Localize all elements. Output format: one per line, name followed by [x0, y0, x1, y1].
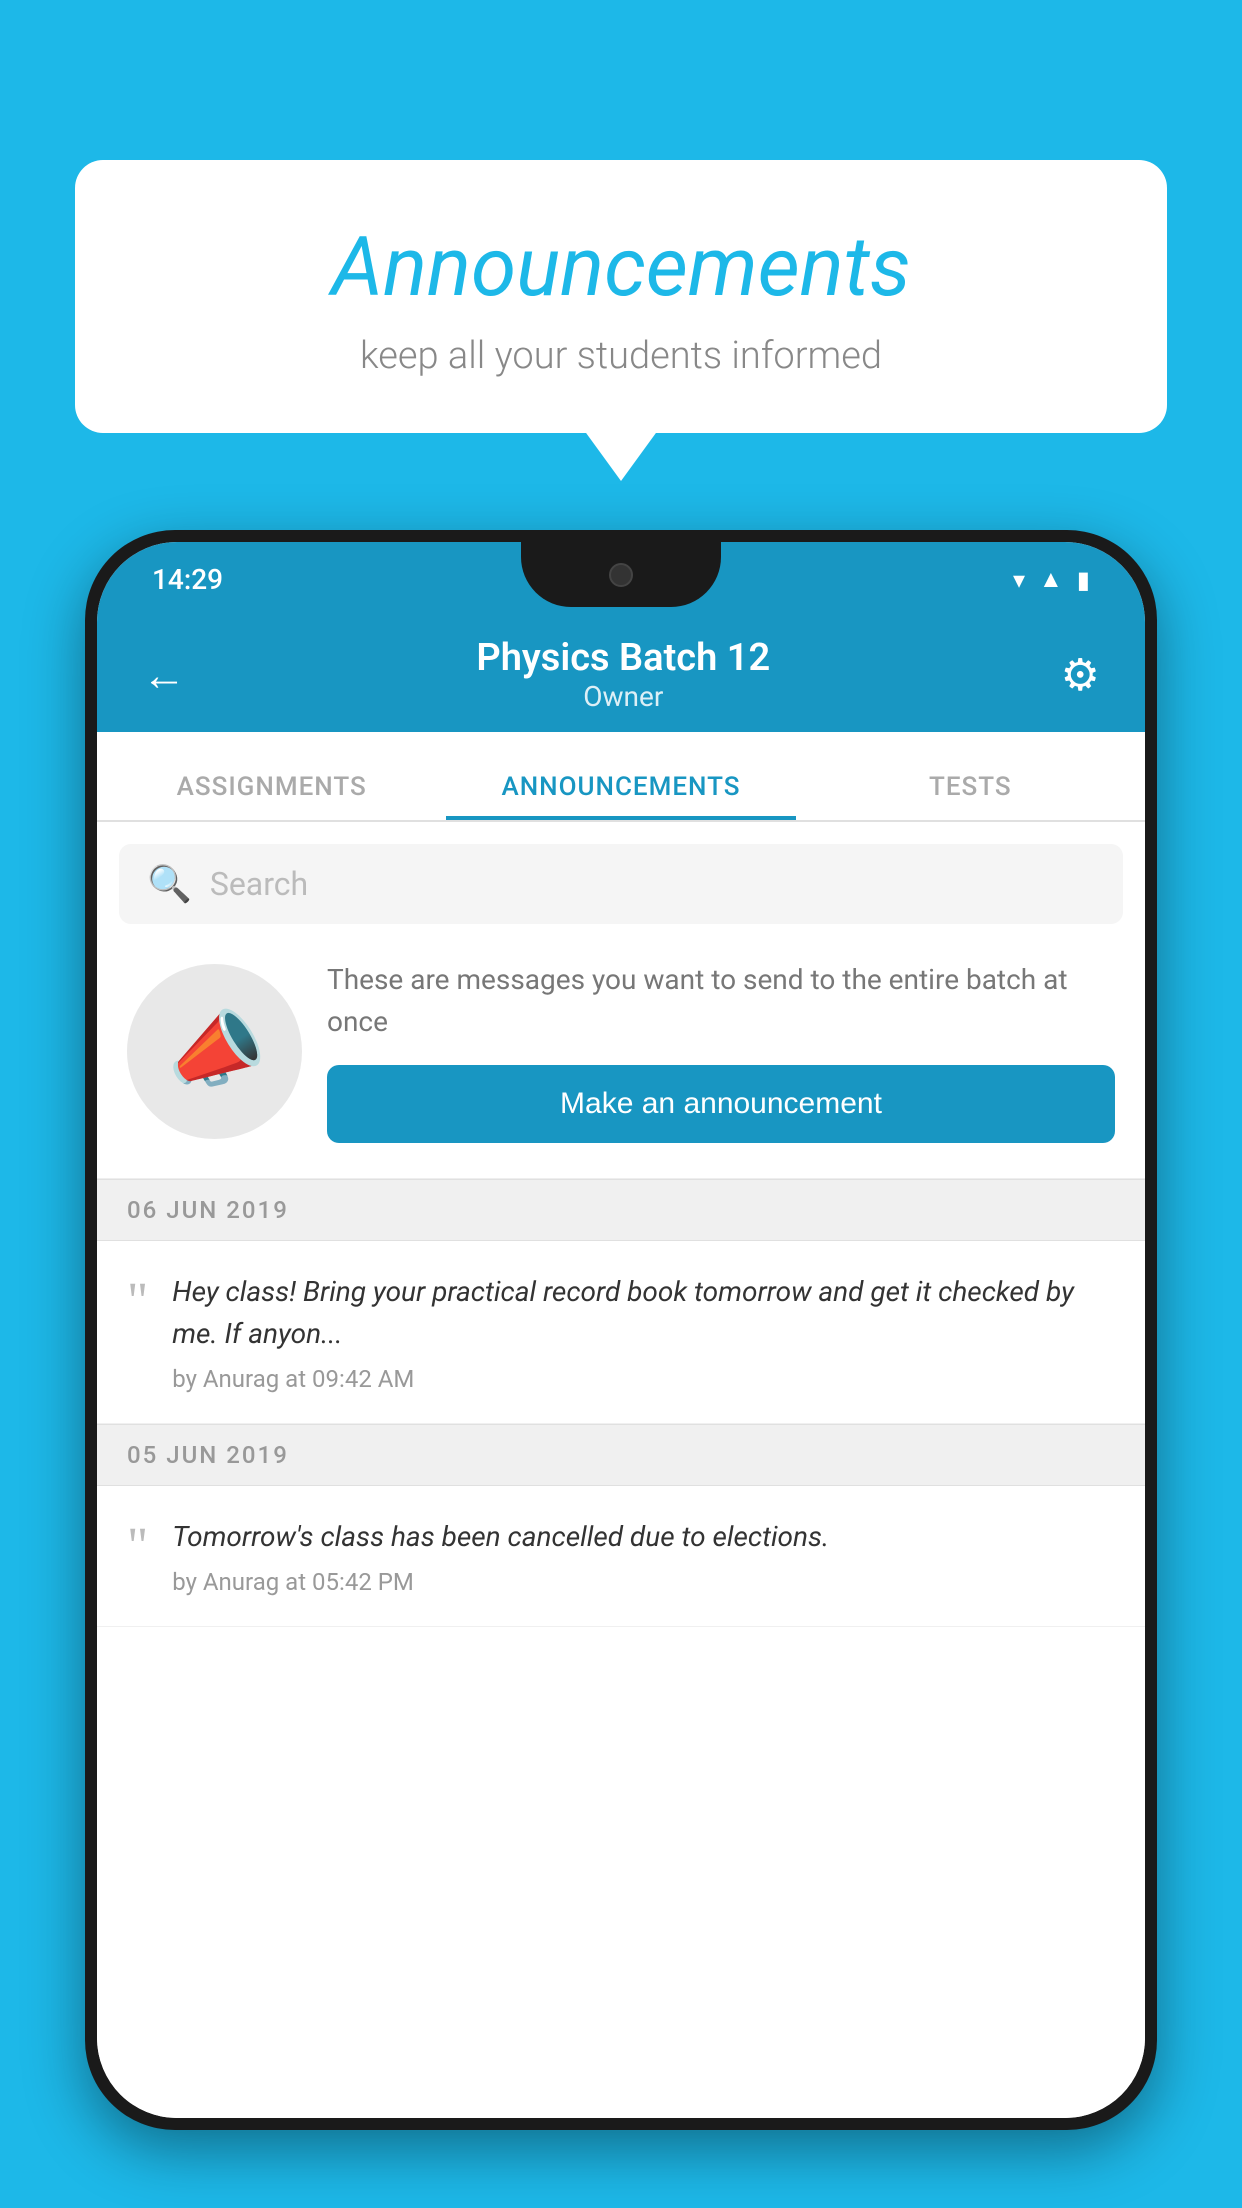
- announcement-prompt: 📣 These are messages you want to send to…: [97, 924, 1145, 1179]
- camera: [609, 563, 633, 587]
- phone-outer: 14:29 ▾ ▲ ▮ ← Physics Batch 12 Owner ⚙: [85, 530, 1157, 2130]
- announcement-item-1[interactable]: " Hey class! Bring your practical record…: [97, 1241, 1145, 1424]
- search-icon: 🔍: [147, 863, 192, 905]
- announcement-meta-1: by Anurag at 09:42 AM: [172, 1365, 1115, 1393]
- app-bar-title: Physics Batch 12: [476, 636, 770, 680]
- date-separator-2: 05 JUN 2019: [97, 1424, 1145, 1486]
- tab-announcements[interactable]: ANNOUNCEMENTS: [446, 772, 795, 820]
- announcement-item-2[interactable]: " Tomorrow's class has been cancelled du…: [97, 1486, 1145, 1627]
- megaphone-icon: 📣: [157, 996, 271, 1106]
- phone-inner: 14:29 ▾ ▲ ▮ ← Physics Batch 12 Owner ⚙: [97, 542, 1145, 2118]
- app-bar-title-group: Physics Batch 12 Owner: [476, 636, 770, 713]
- announcement-text-group-2: Tomorrow's class has been cancelled due …: [172, 1516, 1115, 1596]
- speech-bubble-container: Announcements keep all your students inf…: [75, 160, 1167, 433]
- speech-bubble: Announcements keep all your students inf…: [75, 160, 1167, 433]
- settings-button[interactable]: ⚙: [1061, 649, 1100, 701]
- make-announcement-button[interactable]: Make an announcement: [327, 1065, 1115, 1143]
- status-time: 14:29: [152, 563, 223, 596]
- status-icons: ▾ ▲ ▮: [1013, 565, 1090, 594]
- search-placeholder: Search: [210, 865, 308, 903]
- tab-assignments[interactable]: ASSIGNMENTS: [97, 772, 446, 820]
- announcement-message-1: Hey class! Bring your practical record b…: [172, 1271, 1115, 1355]
- search-bar[interactable]: 🔍 Search: [119, 844, 1123, 924]
- announcement-meta-2: by Anurag at 05:42 PM: [172, 1568, 1115, 1596]
- date-separator-1: 06 JUN 2019: [97, 1179, 1145, 1241]
- app-bar: ← Physics Batch 12 Owner ⚙: [97, 617, 1145, 732]
- announcement-prompt-text: These are messages you want to send to t…: [327, 959, 1115, 1043]
- signal-icon: ▲: [1039, 565, 1063, 594]
- announcement-text-group-1: Hey class! Bring your practical record b…: [172, 1271, 1115, 1393]
- status-bar: 14:29 ▾ ▲ ▮: [97, 542, 1145, 617]
- announcement-icon-circle: 📣: [127, 964, 302, 1139]
- phone-content: 🔍 Search 📣 These are messages you want t…: [97, 822, 1145, 2118]
- speech-bubble-title: Announcements: [135, 220, 1107, 316]
- quote-icon-2: ": [127, 1521, 148, 1573]
- tabs-bar: ASSIGNMENTS ANNOUNCEMENTS TESTS: [97, 732, 1145, 822]
- phone-notch: [521, 542, 721, 607]
- announcement-message-2: Tomorrow's class has been cancelled due …: [172, 1516, 1115, 1558]
- battery-icon: ▮: [1077, 566, 1090, 594]
- app-bar-subtitle: Owner: [476, 680, 770, 713]
- phone-container: 14:29 ▾ ▲ ▮ ← Physics Batch 12 Owner ⚙: [85, 530, 1157, 2208]
- back-button[interactable]: ←: [142, 649, 186, 701]
- wifi-icon: ▾: [1013, 566, 1025, 594]
- speech-bubble-subtitle: keep all your students informed: [135, 334, 1107, 378]
- quote-icon-1: ": [127, 1276, 148, 1328]
- tab-tests[interactable]: TESTS: [796, 772, 1145, 820]
- announcement-prompt-right: These are messages you want to send to t…: [327, 959, 1115, 1143]
